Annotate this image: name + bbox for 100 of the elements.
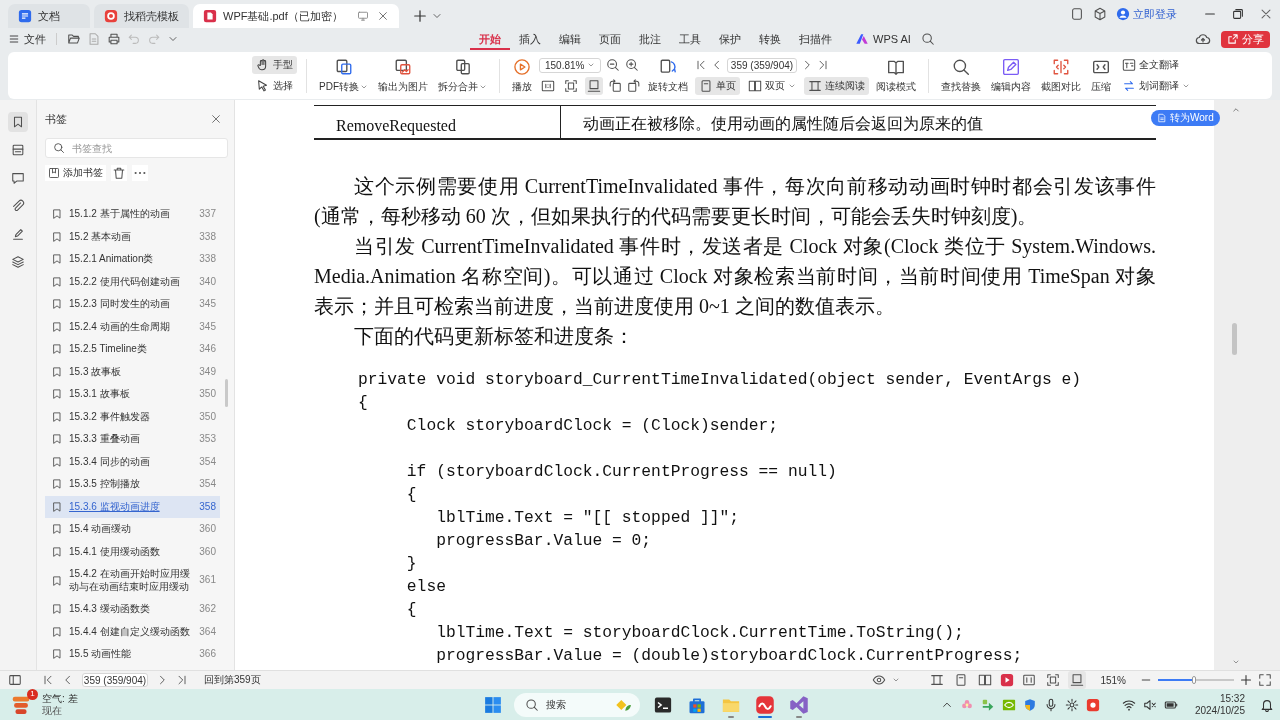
bookmark-item[interactable]: 15.3.1 故事板 350 [45, 383, 220, 406]
bell-icon[interactable] [1260, 697, 1274, 712]
tablet-icon[interactable] [1070, 7, 1084, 21]
window-tab[interactable]: 找稻壳模板 [94, 4, 189, 28]
scroll-up-icon[interactable] [1232, 106, 1240, 114]
menu-tab[interactable]: 转换 [750, 28, 790, 50]
bookmark-item[interactable]: 15.1.2 基于属性的动画 337 [45, 203, 220, 226]
file-menu[interactable]: 文件 [8, 31, 46, 47]
zoom-level[interactable]: 151% [1100, 674, 1126, 686]
last-page-icon[interactable] [176, 674, 188, 686]
hand-tool-button[interactable]: 手型 [252, 56, 297, 74]
menu-tab[interactable]: 批注 [630, 28, 670, 50]
bookmark-item[interactable]: 15.4.1 使用缓动函数 360 [45, 540, 220, 563]
read-mode-button[interactable]: 阅读模式 [873, 55, 919, 96]
arrow-tile-icon[interactable] [980, 697, 995, 712]
first-page-icon[interactable] [695, 59, 707, 71]
add-bookmark-button[interactable]: 添加书签 [45, 164, 106, 181]
wifi-icon[interactable] [1121, 697, 1136, 712]
search-field[interactable]: 书签查找 [45, 138, 228, 158]
windows-logo-icon[interactable] [484, 695, 502, 714]
bookmark-item[interactable]: 15.4 动画缓动 360 [45, 518, 220, 541]
first-page-icon[interactable] [42, 674, 54, 686]
bookmark-item[interactable]: 15.2.1 Animation类 338 [45, 248, 220, 271]
cloud-upload-icon[interactable] [1195, 31, 1211, 47]
share-button[interactable]: 分享 [1221, 30, 1270, 48]
page-field[interactable]: 359 (359/904) [727, 57, 797, 73]
window-tab[interactable]: WPF基础.pdf（已加密） [193, 4, 399, 28]
monitor-icon[interactable] [356, 10, 369, 22]
close-icon[interactable] [376, 10, 389, 22]
menu-tab[interactable]: 扫描件 [790, 28, 841, 50]
menu-tab[interactable]: 工具 [670, 28, 710, 50]
close-icon[interactable] [1259, 7, 1273, 21]
microphone-icon[interactable] [1043, 697, 1058, 712]
toolbar-button[interactable]: 查找替换 [938, 55, 984, 96]
scrollbar-thumb[interactable] [1232, 323, 1237, 355]
bookmark-item[interactable]: 15.3.2 事件触发器 350 [45, 405, 220, 428]
speaker-muted-icon[interactable] [1142, 697, 1157, 712]
zoom-out-icon[interactable] [606, 58, 620, 72]
rotate-document-button[interactable]: 旋转文档 [645, 55, 691, 96]
play-button[interactable]: 播放 [509, 55, 535, 96]
search-icon[interactable] [920, 32, 935, 46]
side-tab[interactable] [8, 112, 28, 132]
bookmark-item[interactable]: 15.2 基本动画 338 [45, 225, 220, 248]
trash-icon[interactable] [111, 164, 127, 181]
zoom-in-icon[interactable] [625, 58, 639, 72]
printer-icon[interactable] [107, 32, 121, 46]
eye-icon[interactable] [872, 673, 887, 687]
bookmark-item[interactable]: 15.5 动画性能 366 [45, 643, 220, 666]
back-to-page-link[interactable]: 回到第359页 [204, 673, 261, 687]
login-link[interactable]: 立即登录 [1116, 6, 1177, 22]
clock[interactable]: 15:32 2024/10/25 [1194, 692, 1245, 717]
rotate-right-icon[interactable] [627, 79, 641, 93]
cube-icon[interactable] [1093, 7, 1107, 21]
toolbar-button[interactable]: 编辑内容 [988, 55, 1034, 96]
bookmark-item[interactable]: 15.3.6 监视动画进度 358 [45, 495, 220, 518]
dot-tile-icon[interactable] [1085, 697, 1100, 712]
scroll-down-icon[interactable] [1232, 658, 1240, 666]
ai-button[interactable]: WPS AI [855, 32, 911, 46]
window-tab[interactable]: 文档 [8, 4, 90, 28]
bookmark-item[interactable]: 15.2.5 Timeline类 346 [45, 338, 220, 361]
bookmark-item[interactable]: 15.4.4 创建自定义缓动函数 364 [45, 620, 220, 643]
folder-icon[interactable] [67, 32, 81, 46]
zoom-field[interactable]: 150.81% [539, 57, 601, 73]
toolbar-button[interactable]: 截图对比 [1038, 55, 1084, 96]
bookmark-item[interactable]: 15.3.5 控制播放 354 [45, 473, 220, 496]
sidebar-toggle-icon[interactable] [8, 673, 22, 687]
page-field[interactable]: 359 (359/904) [82, 673, 148, 687]
fit-mode-button[interactable] [1068, 671, 1087, 689]
menu-tab[interactable]: 开始 [470, 28, 510, 50]
gear-icon[interactable] [1064, 697, 1079, 712]
rotate-left-icon[interactable] [608, 79, 622, 93]
close-icon[interactable] [210, 113, 222, 125]
bookmark-item[interactable]: 15.3.4 同步的动画 354 [45, 450, 220, 473]
scrollbar-thumb[interactable] [225, 379, 228, 407]
play-icon[interactable] [1000, 673, 1015, 687]
view-mode-button[interactable]: 双页 [744, 77, 800, 95]
menu-tab[interactable]: 编辑 [550, 28, 590, 50]
menu-tab[interactable]: 页面 [590, 28, 630, 50]
menu-tab[interactable]: 保护 [710, 28, 750, 50]
toolbar-button[interactable]: 输出为图片 [375, 55, 431, 96]
eye-tile-icon[interactable] [1001, 697, 1016, 712]
more-icon[interactable] [132, 164, 148, 181]
translate-button[interactable]: 划词翻译 [1118, 77, 1194, 95]
caret-icon[interactable] [892, 676, 901, 684]
bookmark-item[interactable]: 15.2.3 同时发生的动画 345 [45, 293, 220, 316]
bookmark-item[interactable]: 15.2.4 动画的生命周期 345 [45, 315, 220, 338]
select-tool-button[interactable]: 选择 [252, 77, 297, 95]
view-mode-button[interactable]: 单页 [695, 77, 740, 95]
toolbar-button[interactable]: PDF转换 [316, 55, 371, 96]
toolbar-button[interactable]: 压缩 [1088, 55, 1114, 96]
restore-icon[interactable] [1231, 7, 1245, 21]
menu-tab[interactable]: 插入 [510, 28, 550, 50]
toolbar-button[interactable]: 拆分合并 [435, 55, 490, 96]
fullscreen-icon[interactable] [1258, 673, 1272, 687]
fit-mode-button[interactable] [562, 77, 580, 95]
plus-icon[interactable] [412, 9, 427, 23]
taskbar-search-field[interactable]: 搜索 [514, 692, 640, 717]
bookmark-item[interactable]: 15.4.3 缓动函数类 362 [45, 598, 220, 621]
view-mode-button[interactable]: 连续阅读 [804, 77, 869, 95]
translate-button[interactable]: 全文翻译 [1118, 56, 1183, 74]
